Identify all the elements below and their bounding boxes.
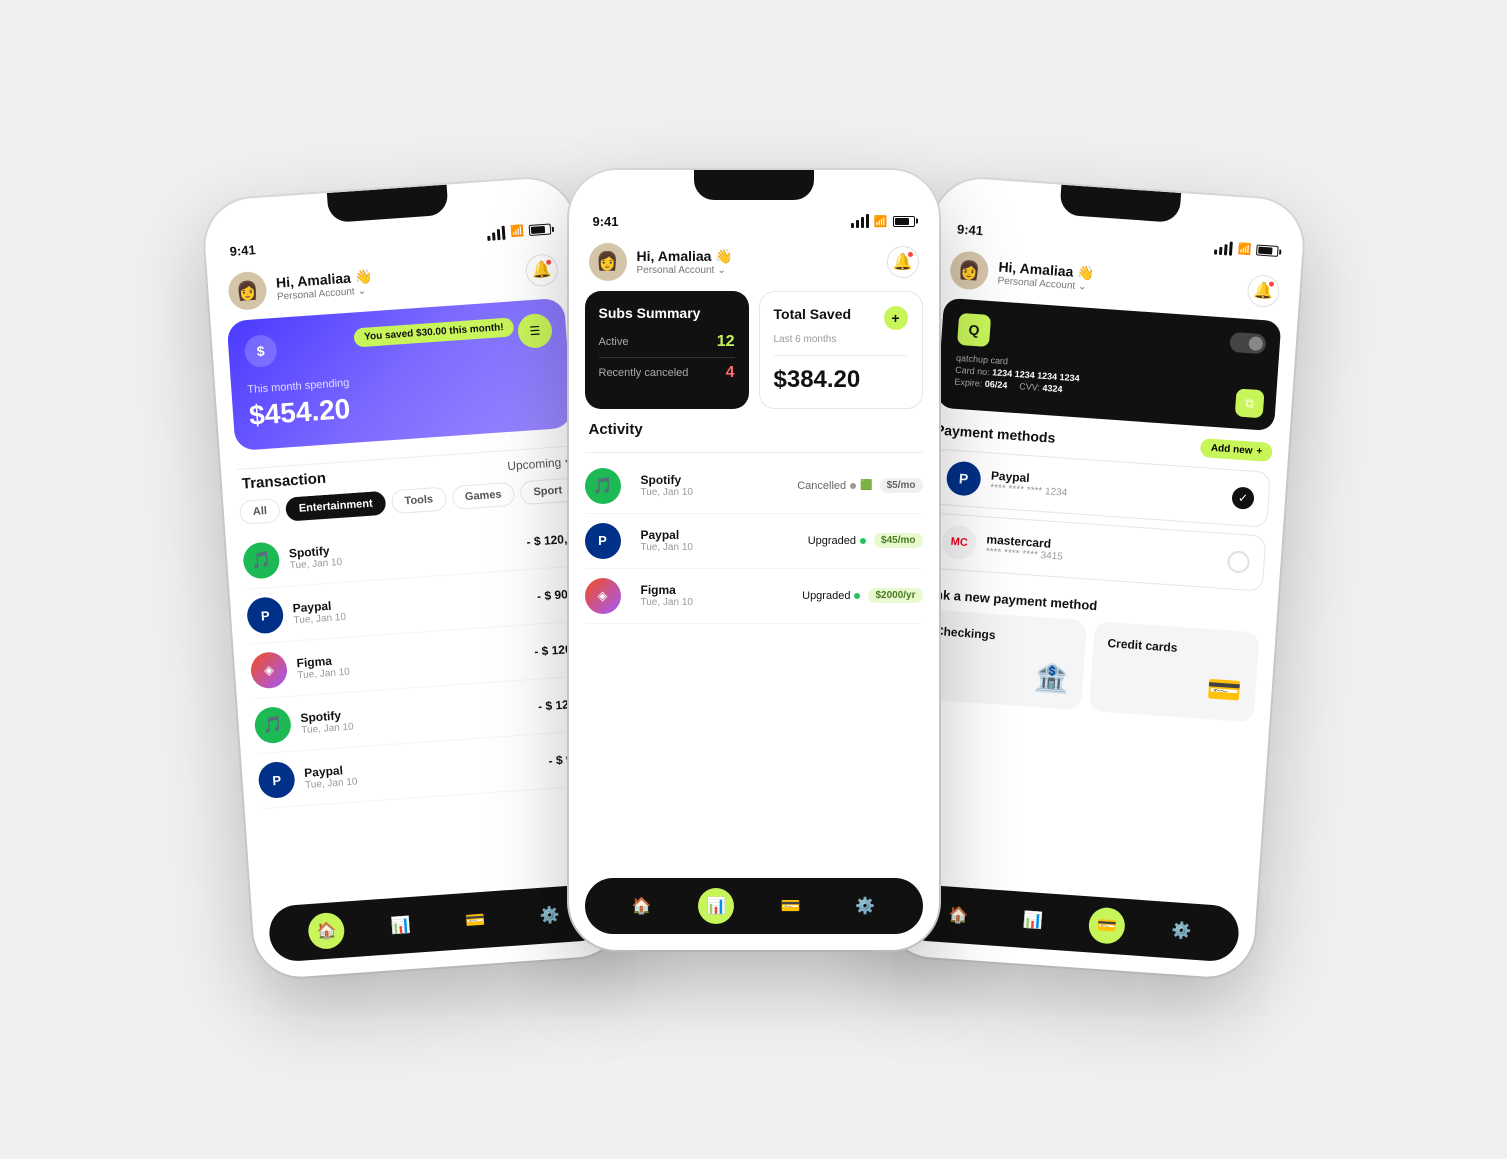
filter-tools[interactable]: Tools (390, 486, 446, 514)
subs-grid: Subs Summary Active 12 Recently canceled… (585, 291, 923, 409)
phone-3: 9:41 📶 👩 Hi, Amaliaa 👋 (882, 175, 1306, 979)
battery-icon-3 (1255, 244, 1278, 257)
card-toggle[interactable] (1229, 331, 1266, 353)
phone-1: 9:41 📶 👩 Hi, Amaliaa 👋 (202, 175, 626, 979)
subs-summary-title: Subs Summary (599, 305, 735, 321)
notification-button-3[interactable]: 🔔 (1246, 273, 1280, 307)
nav-home-3[interactable]: 🏠 (939, 896, 977, 934)
figma-icon: ◈ (249, 651, 287, 689)
subs-list-button[interactable]: ☰ (516, 312, 552, 348)
avatar-3: 👩 (948, 250, 989, 291)
nav-settings-3[interactable]: ⚙️ (1162, 911, 1200, 949)
wifi-icon-2: 📶 (874, 215, 888, 228)
greeting-2: Hi, Amaliaa 👋 (637, 248, 733, 265)
checkings-illustration: 🏦 (931, 652, 1070, 694)
filter-all[interactable]: All (239, 498, 281, 525)
subs-summary-card: Subs Summary Active 12 Recently canceled… (585, 291, 749, 409)
add-new-button[interactable]: Add new + (1200, 438, 1273, 462)
activity-title: Activity (589, 421, 643, 438)
payment-methods-title: Payment methods (934, 420, 1055, 444)
bottom-nav-2: 🏠 📊 💳 ⚙️ (585, 878, 923, 934)
nav-home-2[interactable]: 🏠 (624, 888, 660, 924)
notification-button-1[interactable]: 🔔 (524, 253, 558, 287)
total-saved-card: Total Saved + Last 6 months $384.20 (759, 291, 923, 409)
time-2: 9:41 (593, 214, 619, 229)
avatar-1: 👩 (227, 270, 268, 311)
dollar-icon: $ (243, 333, 277, 367)
list-item[interactable]: 🎵 Spotify Tue, Jan 10 Cancelled 🟩 $5/mo (585, 459, 923, 514)
nav-settings-1[interactable]: ⚙️ (530, 896, 568, 934)
avatar-2: 👩 (589, 243, 627, 281)
nav-settings-2[interactable]: ⚙️ (847, 888, 883, 924)
list-item[interactable]: ◈ Figma Tue, Jan 10 Upgraded $2000/yr (585, 569, 923, 624)
card-display: Q qatchup card Card no: 1234 1234 1234 1… (936, 297, 1281, 430)
activity-list: 🎵 Spotify Tue, Jan 10 Cancelled 🟩 $5/mo … (569, 459, 939, 624)
paypal-radio[interactable]: ✓ (1231, 486, 1254, 509)
notif-dot-1 (544, 258, 551, 265)
filter-sport[interactable]: Sport (519, 477, 575, 505)
paypal-icon-2: P (257, 760, 295, 798)
transaction-title: Transaction (241, 469, 326, 492)
phone-2: 9:41 📶 👩 Hi, Amaliaa 👋 (569, 170, 939, 950)
mastercard-payment-icon: MC (941, 524, 977, 560)
paypal-activity-icon: P (585, 523, 621, 559)
nav-card-3[interactable]: 💳 (1087, 906, 1125, 944)
time-3: 9:41 (956, 221, 983, 238)
transaction-list: 🎵 Spotify Tue, Jan 10 - $ 120,00 P Paypa… (225, 510, 620, 900)
nav-card-2[interactable]: 💳 (773, 888, 809, 924)
mastercard-radio[interactable] (1226, 550, 1249, 573)
payment-methods-section: Payment methods Add new + P Paypal **** … (908, 418, 1288, 600)
filter-games[interactable]: Games (451, 481, 515, 509)
header-2: 👩 Hi, Amaliaa 👋 Personal Account ⌄ 🔔 (569, 237, 939, 291)
wifi-icon-1: 📶 (509, 224, 524, 238)
nav-chart-1[interactable]: 📊 (381, 906, 419, 944)
notification-button-2[interactable]: 🔔 (887, 246, 919, 278)
notif-dot-3 (1267, 280, 1274, 287)
add-saved-button[interactable]: + (884, 306, 908, 330)
figma-activity-icon: ◈ (585, 578, 621, 614)
notif-dot-2 (907, 251, 914, 258)
activity-header: Activity (569, 421, 939, 446)
nav-chart-2[interactable]: 📊 (698, 888, 734, 924)
link-checkings-card[interactable]: Checkings 🏦 (916, 609, 1087, 710)
spotify-icon: 🎵 (242, 541, 280, 579)
upcoming-button[interactable]: Upcoming ▾ (506, 454, 571, 472)
paypal-payment-icon: P (945, 460, 981, 496)
wifi-icon-3: 📶 (1237, 242, 1252, 256)
battery-icon-1 (528, 223, 551, 236)
savings-badge: You saved $30.00 this month! (353, 317, 514, 347)
balance-card-1: $ You saved $30.00 this month! ☰ This mo… (226, 297, 572, 450)
list-item[interactable]: P Paypal Tue, Jan 10 Upgraded $45/mo (585, 514, 923, 569)
nav-home-1[interactable]: 🏠 (307, 911, 345, 949)
nav-chart-3[interactable]: 📊 (1013, 901, 1051, 939)
credit-cards-illustration: 💳 (1103, 664, 1242, 706)
status-bar-2: 9:41 📶 (569, 170, 939, 237)
paypal-icon: P (245, 596, 283, 634)
nav-card-1[interactable]: 💳 (456, 901, 494, 939)
copy-card-button[interactable]: ⧉ (1234, 388, 1264, 418)
time-1: 9:41 (229, 242, 256, 259)
link-section: Link a new payment method Checkings 🏦 Cr… (900, 574, 1278, 723)
spotify-activity-icon: 🎵 (585, 468, 621, 504)
card-logo: Q (957, 312, 991, 346)
account-type-2: Personal Account ⌄ (637, 265, 733, 276)
battery-icon-2 (893, 216, 915, 227)
spotify-icon-2: 🎵 (253, 705, 291, 743)
link-credit-card[interactable]: Credit cards 💳 (1088, 621, 1259, 722)
